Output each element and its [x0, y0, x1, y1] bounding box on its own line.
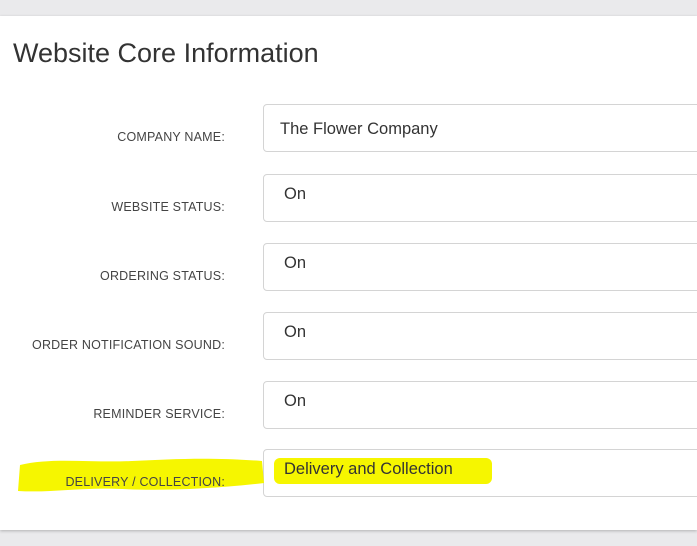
website-status-row: WEBSITE STATUS: On [0, 174, 697, 224]
company-name-label: COMPANY NAME: [117, 130, 225, 144]
reminder-service-select[interactable]: On [263, 381, 697, 429]
ordering-status-select[interactable]: On [263, 243, 697, 291]
ordering-status-value: On [284, 254, 307, 272]
reminder-service-value: On [284, 392, 307, 410]
order-notification-sound-row: ORDER NOTIFICATION SOUND: On [0, 312, 697, 362]
order-notification-sound-select[interactable]: On [263, 312, 697, 360]
company-name-input[interactable]: The Flower Company [263, 104, 697, 152]
reminder-service-row: REMINDER SERVICE: On [0, 381, 697, 431]
panel-title: Website Core Information [13, 38, 319, 68]
label-highlight-mark [18, 458, 264, 492]
delivery-collection-label: DELIVERY / COLLECTION: [65, 475, 225, 489]
order-notification-sound-label: ORDER NOTIFICATION SOUND: [32, 338, 225, 352]
website-core-information-panel: Website Core Information COMPANY NAME: T… [0, 16, 697, 530]
company-name-value: The Flower Company [280, 120, 438, 138]
website-status-select[interactable]: On [263, 174, 697, 222]
website-status-label: WEBSITE STATUS: [111, 200, 225, 214]
ordering-status-row: ORDERING STATUS: On [0, 243, 697, 293]
order-notification-sound-value: On [284, 323, 307, 341]
website-status-value: On [284, 185, 307, 203]
delivery-collection-select[interactable]: Delivery and Collection [263, 449, 697, 497]
company-name-row: COMPANY NAME: The Flower Company [0, 104, 697, 154]
delivery-collection-row: DELIVERY / COLLECTION: Delivery and Coll… [0, 449, 697, 499]
ordering-status-label: ORDERING STATUS: [100, 269, 225, 283]
delivery-collection-value: Delivery and Collection [284, 460, 453, 478]
reminder-service-label: REMINDER SERVICE: [93, 407, 225, 421]
